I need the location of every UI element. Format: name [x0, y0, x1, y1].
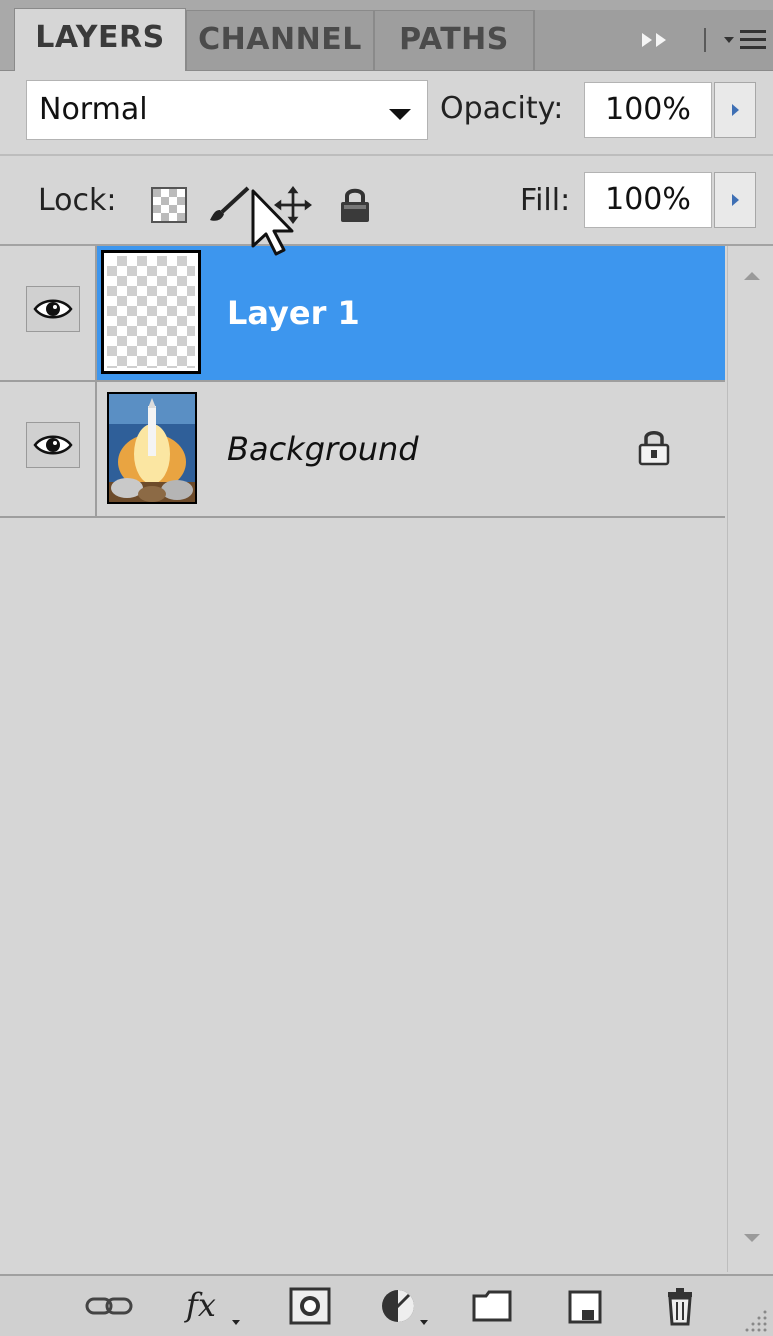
fill-label: Fill: [520, 183, 571, 218]
link-layers-icon[interactable] [84, 1286, 134, 1326]
lock-label: Lock: [38, 183, 117, 218]
fill-input[interactable]: 100% [584, 172, 712, 228]
eye-icon [33, 299, 73, 319]
lock-all-icon[interactable] [338, 186, 372, 224]
collapse-panel-icon[interactable] [640, 30, 674, 50]
mouse-cursor-icon [251, 189, 294, 256]
layer-name: Background [227, 430, 419, 468]
lock-fill-row: Lock: Fill: 100% [0, 156, 773, 246]
lock-image-pixels-icon[interactable] [206, 186, 252, 224]
visibility-cell [0, 382, 97, 516]
tab-bar-divider [704, 28, 706, 52]
layers-scrollbar[interactable] [727, 246, 773, 1272]
svg-text:fx: fx [184, 1286, 216, 1324]
eye-icon [33, 435, 73, 455]
scroll-up-icon[interactable] [744, 272, 760, 280]
layer-main-area[interactable]: Background [97, 382, 725, 516]
visibility-cell [0, 246, 97, 380]
rocket-launch-thumbnail [107, 392, 197, 504]
layers-panel: CHANNEL PATHS LAYERS Normal Opacity: 100… [0, 0, 773, 1336]
panel-menu-icon[interactable] [722, 28, 768, 52]
tab-layers[interactable]: LAYERS [14, 8, 186, 71]
transparent-thumbnail [107, 256, 195, 368]
opacity-input[interactable]: 100% [584, 82, 712, 138]
layer-row-background[interactable]: Background [0, 382, 725, 518]
resize-grip-icon[interactable] [743, 1306, 769, 1332]
layer-thumbnail [101, 250, 201, 374]
blend-mode-dropdown[interactable]: Normal [26, 80, 428, 140]
add-mask-icon[interactable] [288, 1286, 332, 1326]
panel-tab-bar: CHANNEL PATHS LAYERS [0, 0, 773, 71]
chevron-down-icon [389, 109, 411, 120]
layer-name: Layer 1 [227, 294, 360, 332]
layers-bottom-toolbar: fx [0, 1274, 773, 1336]
blend-opacity-row: Normal Opacity: 100% [0, 70, 773, 156]
opacity-label: Opacity: [440, 91, 564, 126]
lock-transparent-pixels-icon[interactable] [150, 186, 188, 224]
blend-mode-value: Normal [39, 92, 148, 127]
adjustment-layer-icon[interactable] [378, 1286, 434, 1326]
layer-row-layer-1[interactable]: Layer 1 [0, 246, 725, 382]
layer-style-icon[interactable]: fx [184, 1286, 246, 1326]
visibility-toggle[interactable] [26, 422, 80, 468]
delete-layer-icon[interactable] [660, 1286, 704, 1326]
tab-paths[interactable]: PATHS [374, 10, 534, 70]
layer-main-area[interactable]: Layer 1 [97, 246, 725, 380]
new-group-icon[interactable] [470, 1286, 514, 1326]
new-layer-icon[interactable] [564, 1286, 608, 1326]
layers-list: Layer 1 Background [0, 246, 727, 1272]
fill-slider-button[interactable] [714, 172, 756, 228]
opacity-slider-button[interactable] [714, 82, 756, 138]
visibility-toggle[interactable] [26, 286, 80, 332]
scroll-down-icon[interactable] [744, 1234, 760, 1242]
tab-channels[interactable]: CHANNEL [186, 10, 374, 70]
layer-locked-icon [638, 431, 670, 466]
